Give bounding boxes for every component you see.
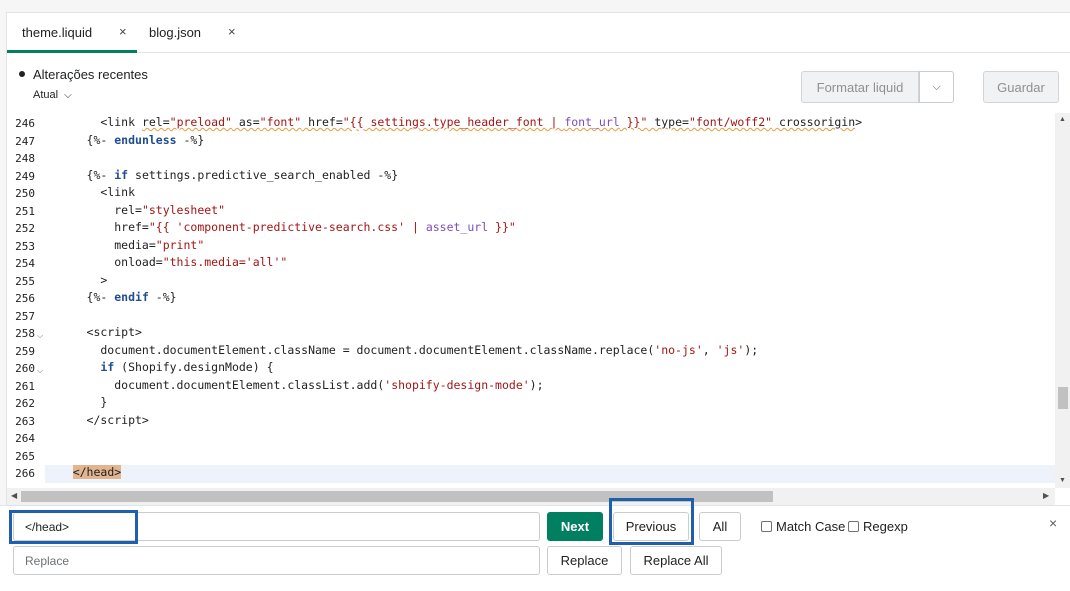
replace-input[interactable]: Replace xyxy=(13,546,540,575)
code-line: onload="this.media='all'" xyxy=(45,255,288,269)
line-number: 251 xyxy=(15,204,35,218)
line-number: 248 xyxy=(15,152,35,165)
find-input-highlight-box xyxy=(9,510,138,544)
code-line: <link xyxy=(45,185,136,199)
match-case-label: Match Case xyxy=(776,519,846,534)
line-number: 256 xyxy=(15,292,35,305)
chevron-down-icon: ⌵ xyxy=(64,90,72,101)
line-number: 254 xyxy=(15,257,35,270)
vertical-scrollbar[interactable]: ▲ ▼ xyxy=(1055,113,1070,488)
line-number: 249 xyxy=(15,169,35,183)
version-select[interactable]: Atual ⌵ xyxy=(33,89,72,101)
code-line: <script> xyxy=(45,325,142,339)
code-line: media="print" xyxy=(45,237,205,252)
format-liquid-button[interactable]: Formatar liquid xyxy=(801,71,919,103)
line-number: 247 xyxy=(15,134,35,148)
tab-label: theme.liquid xyxy=(22,25,93,40)
search-match-highlight: </head> xyxy=(72,465,122,479)
code-line: </script> xyxy=(45,412,149,427)
theme-code-editor: theme.liquid × blog.json × Alterações re… xyxy=(0,0,1070,591)
code-editor[interactable]: 246 247 248 249 250 251 252 253 254 255 … xyxy=(6,113,1070,505)
scroll-up-icon[interactable]: ▲ xyxy=(1059,116,1066,123)
regexp-label: Regexp xyxy=(863,519,908,534)
format-options-button[interactable]: ⌵ xyxy=(919,71,954,103)
code-line: <link rel="preload" as="font" href="{{ s… xyxy=(45,115,863,129)
code-line: rel="stylesheet" xyxy=(45,202,226,217)
code-line: {%- if settings.predictive_search_enable… xyxy=(45,167,399,182)
chevron-down-icon: ⌵ xyxy=(932,80,941,93)
line-number: 255 xyxy=(15,274,35,288)
code-line: > xyxy=(45,272,108,287)
close-icon[interactable]: × xyxy=(228,24,236,39)
match-case-checkbox[interactable]: Match Case xyxy=(761,519,845,534)
save-button[interactable]: Guardar xyxy=(983,71,1059,103)
fold-chevron-icon[interactable]: ⌵ xyxy=(37,331,43,341)
replace-all-button[interactable]: Replace All xyxy=(630,546,722,575)
scroll-right-icon[interactable]: ▶ xyxy=(1043,491,1049,500)
file-tab-bar: theme.liquid × blog.json × xyxy=(6,12,1070,53)
line-number: 246 xyxy=(15,117,35,130)
code-content[interactable]: <link rel="preload" as="font" href="{{ s… xyxy=(45,113,1055,488)
scroll-left-icon[interactable]: ◀ xyxy=(11,491,17,500)
line-number: 258 xyxy=(15,327,35,340)
vertical-scroll-thumb[interactable] xyxy=(1058,387,1068,409)
replace-placeholder: Replace xyxy=(25,553,70,568)
line-number: 266 xyxy=(15,467,35,480)
next-button[interactable]: Next xyxy=(547,512,603,541)
horizontal-scrollbar[interactable]: ◀ ▶ xyxy=(7,488,1055,505)
code-line-active: </head> xyxy=(45,465,1055,483)
tab-theme-liquid[interactable]: theme.liquid × xyxy=(7,13,137,53)
fold-chevron-icon[interactable]: ⌵ xyxy=(37,366,43,376)
line-number: 265 xyxy=(15,449,35,463)
code-line: {%- endunless -%} xyxy=(45,132,205,147)
scroll-down-icon[interactable]: ▼ xyxy=(1059,477,1066,484)
line-number: 257 xyxy=(15,309,35,323)
tab-label: blog.json xyxy=(149,25,202,40)
recent-changes-label: Alterações recentes xyxy=(33,67,148,82)
line-number: 250 xyxy=(15,187,35,200)
regexp-checkbox[interactable]: Regexp xyxy=(848,519,908,534)
tab-blog-json[interactable]: blog.json × xyxy=(137,13,247,53)
line-number: 259 xyxy=(15,344,35,358)
line-number: 253 xyxy=(15,239,35,253)
editor-toolbar: Alterações recentes Atual ⌵ Formatar liqu… xyxy=(6,53,1070,113)
line-number: 264 xyxy=(15,432,35,445)
close-icon[interactable]: × xyxy=(1049,515,1057,531)
line-number: 261 xyxy=(15,379,35,393)
code-line: document.documentElement.className = doc… xyxy=(45,342,759,357)
find-replace-panel: </head> Next Previous All Match Case Reg… xyxy=(0,498,1070,591)
replace-button[interactable]: Replace xyxy=(547,546,622,575)
code-line: document.documentElement.classList.add('… xyxy=(45,377,544,392)
previous-button-highlight-box xyxy=(609,498,694,545)
code-line: href="{{ 'component-predictive-search.cs… xyxy=(45,220,516,234)
close-icon[interactable]: × xyxy=(119,24,127,39)
line-number: 252 xyxy=(15,222,35,235)
line-number: 262 xyxy=(15,397,35,410)
line-number: 260 xyxy=(15,362,35,375)
code-line: if (Shopify.designMode) { xyxy=(100,360,274,374)
version-label: Atual xyxy=(33,89,59,101)
checkbox-icon xyxy=(848,521,859,532)
status-dot-icon xyxy=(19,71,25,77)
line-number-gutter: 246 247 248 249 250 251 252 253 254 255 … xyxy=(7,113,45,488)
code-line: } xyxy=(45,395,108,409)
code-line: {%- endif -%} xyxy=(45,290,177,304)
checkbox-icon xyxy=(761,521,772,532)
all-button[interactable]: All xyxy=(699,512,741,541)
line-number: 263 xyxy=(15,414,35,428)
